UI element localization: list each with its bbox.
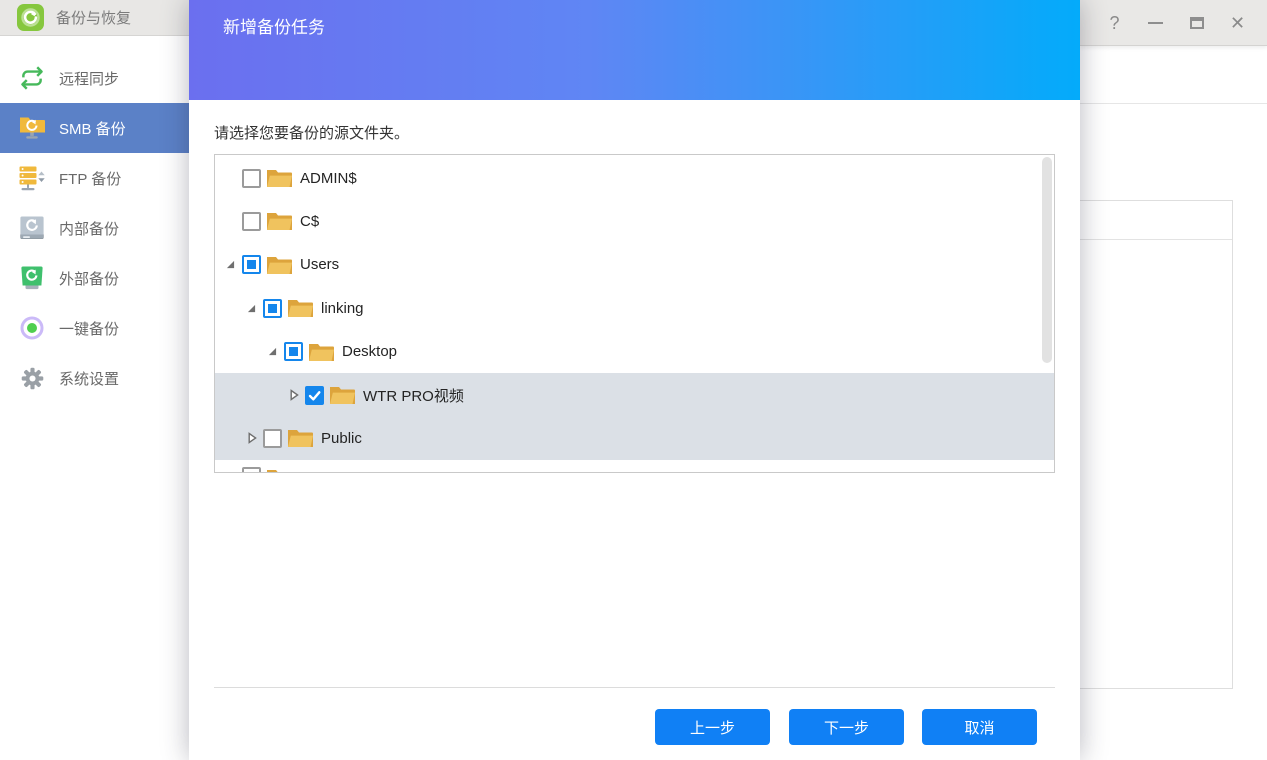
content-header-divider xyxy=(1080,103,1267,104)
maximize-icon xyxy=(1190,17,1204,29)
sidebar-item-ftp-backup[interactable]: FTP 备份 xyxy=(0,153,189,203)
new-backup-task-dialog: 新增备份任务 请选择您要备份的源文件夹。 ADMIN$ C$ Users linkin… xyxy=(189,0,1080,760)
collapsed-arrow-icon[interactable] xyxy=(289,389,305,401)
checkbox-unchecked[interactable] xyxy=(263,429,282,448)
checkbox-checked[interactable] xyxy=(305,386,324,405)
sidebar-item-external-backup[interactable]: 外部备份 xyxy=(0,253,189,303)
folder-icon xyxy=(308,341,335,363)
folder-label: ADMIN$ xyxy=(300,170,357,187)
sidebar-item-label: FTP 备份 xyxy=(59,168,121,189)
folder-label: Users xyxy=(300,256,339,273)
previous-step-button[interactable]: 上一步 xyxy=(655,709,770,745)
dialog-instruction: 请选择您要备份的源文件夹。 xyxy=(214,122,409,143)
folder-icon xyxy=(287,427,314,449)
tree-row[interactable] xyxy=(215,460,1054,473)
tree-scrollbar-thumb[interactable] xyxy=(1042,157,1052,363)
tree-row[interactable]: ADMIN$ xyxy=(215,156,1054,200)
sidebar-item-label: SMB 备份 xyxy=(59,118,126,139)
checkbox-indeterminate[interactable] xyxy=(284,342,303,361)
close-button[interactable]: ✕ xyxy=(1229,0,1246,46)
checkbox-unchecked[interactable] xyxy=(242,169,261,188)
folder-label: linking xyxy=(321,300,364,317)
tree-row[interactable]: WTR PRO视频 xyxy=(215,373,1054,417)
sidebar-item-internal-backup[interactable]: 内部备份 xyxy=(0,203,189,253)
maximize-button[interactable] xyxy=(1188,0,1205,46)
next-step-button[interactable]: 下一步 xyxy=(789,709,904,745)
sync-icon xyxy=(16,62,48,94)
folder-icon xyxy=(287,297,314,319)
app-title: 备份与恢复 xyxy=(56,7,131,28)
cancel-button[interactable]: 取消 xyxy=(922,709,1037,745)
sidebar: 备份与恢复 远程同步 xyxy=(0,0,189,760)
internal-drive-icon xyxy=(16,212,48,244)
tree-row[interactable]: Desktop xyxy=(215,330,1054,374)
checkbox-unchecked[interactable] xyxy=(242,467,261,473)
sidebar-item-label: 内部备份 xyxy=(59,218,119,239)
app-titlebar-right: ? ✕ xyxy=(1080,0,1267,46)
sidebar-item-label: 外部备份 xyxy=(59,268,119,289)
folder-tree: ADMIN$ C$ Users linking Desktop WTR PRO视频 Publ… xyxy=(214,154,1055,473)
sidebar-item-label: 一键备份 xyxy=(59,318,119,339)
help-button[interactable]: ? xyxy=(1106,0,1123,46)
one-key-icon xyxy=(16,312,48,344)
gear-icon xyxy=(16,362,48,394)
dialog-title: 新增备份任务 xyxy=(223,13,325,38)
checkbox-unchecked[interactable] xyxy=(242,212,261,231)
app-logo-icon xyxy=(17,4,44,31)
ftp-server-icon xyxy=(16,162,48,194)
tree-row[interactable]: linking xyxy=(215,286,1054,330)
folder-label: Public xyxy=(321,430,362,447)
tree-row[interactable]: Users xyxy=(215,243,1054,287)
collapsed-arrow-icon[interactable] xyxy=(247,432,263,444)
checkbox-indeterminate[interactable] xyxy=(242,255,261,274)
expanded-arrow-icon[interactable] xyxy=(247,304,263,313)
folder-icon xyxy=(329,384,356,406)
tree-row[interactable]: C$ xyxy=(215,199,1054,243)
sidebar-item-label: 系统设置 xyxy=(59,368,119,389)
folder-label: WTR PRO视频 xyxy=(363,385,464,406)
expanded-arrow-icon[interactable] xyxy=(226,260,242,269)
tree-row[interactable]: Public xyxy=(215,416,1054,460)
main-window-background: ? ✕ xyxy=(1080,0,1267,760)
folder-icon xyxy=(266,210,293,232)
minimize-button[interactable] xyxy=(1147,0,1164,46)
external-drive-icon xyxy=(16,262,48,294)
sidebar-menu: 远程同步 SMB 备份 xyxy=(0,36,189,403)
sidebar-item-one-key-backup[interactable]: 一键备份 xyxy=(0,303,189,353)
folder-icon xyxy=(266,167,293,189)
expanded-arrow-icon[interactable] xyxy=(268,347,284,356)
footer-divider xyxy=(214,687,1055,688)
sidebar-item-label: 远程同步 xyxy=(59,68,119,89)
app-titlebar-left: 备份与恢复 xyxy=(0,0,189,36)
folder-label: C$ xyxy=(300,213,319,230)
folder-icon xyxy=(266,254,293,276)
background-panel-header xyxy=(1075,201,1232,240)
dialog-header: 新增备份任务 xyxy=(189,0,1080,100)
folder-icon xyxy=(266,467,293,473)
smb-folder-icon xyxy=(16,112,48,144)
sidebar-item-remote-sync[interactable]: 远程同步 xyxy=(0,53,189,103)
sidebar-item-smb-backup[interactable]: SMB 备份 xyxy=(0,103,189,153)
checkbox-indeterminate[interactable] xyxy=(263,299,282,318)
minimize-icon xyxy=(1148,22,1163,24)
background-panel xyxy=(1074,200,1233,689)
sidebar-item-system-settings[interactable]: 系统设置 xyxy=(0,353,189,403)
folder-label: Desktop xyxy=(342,343,397,360)
